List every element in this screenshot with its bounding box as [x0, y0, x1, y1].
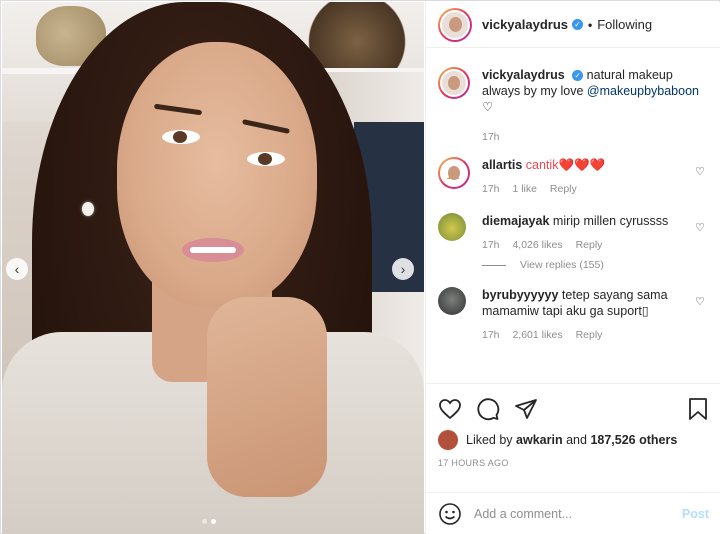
- emoji-icon[interactable]: [438, 502, 462, 526]
- avatar[interactable]: [438, 213, 466, 241]
- heart-emoji: ♡: [482, 100, 494, 114]
- carousel-dot-active: [211, 519, 216, 524]
- comment-list: vickyalaydrus ✓ natural makeup always by…: [426, 49, 720, 379]
- avatar[interactable]: A: [438, 157, 470, 189]
- comment-time[interactable]: 17h: [482, 183, 500, 195]
- eye-right: [247, 152, 285, 166]
- comment-likes[interactable]: 2,601 likes: [512, 329, 562, 341]
- avatar[interactable]: [438, 430, 458, 450]
- carousel-indicator: [202, 519, 216, 524]
- face: [117, 42, 317, 307]
- share-icon[interactable]: [514, 397, 538, 421]
- post-side-panel: vickyalaydrus ✓ • Following vickyalaydru…: [425, 2, 720, 534]
- follow-status-button[interactable]: Following: [597, 17, 652, 32]
- post-photo: ‹ ›: [2, 2, 424, 534]
- comment-like-heart-icon[interactable]: ♡: [695, 221, 707, 234]
- reply-button[interactable]: Reply: [576, 239, 603, 251]
- comment-likes[interactable]: 1 like: [512, 183, 537, 195]
- view-replies-label: View replies (155): [520, 259, 604, 271]
- comment-username[interactable]: diemajayak: [482, 214, 549, 228]
- comment-time[interactable]: 17h: [482, 329, 500, 341]
- hand: [207, 297, 327, 497]
- comment-username[interactable]: allartis: [482, 158, 522, 172]
- avatar[interactable]: [438, 287, 466, 315]
- verified-badge-icon: ✓: [572, 70, 584, 82]
- likes-and: and: [566, 433, 587, 447]
- comment-item: diemajayak mirip millen cyrussss 17h 4,0…: [438, 213, 709, 253]
- post-dialog: ‹ › vickyalaydrus ✓ • Following vickyala…: [0, 0, 720, 534]
- comment-like-heart-icon[interactable]: ♡: [695, 165, 707, 178]
- carousel-prev-button[interactable]: ‹: [6, 258, 28, 280]
- chevron-left-icon: ‹: [14, 261, 20, 277]
- bookmark-icon[interactable]: [687, 397, 709, 421]
- carousel-dot: [202, 519, 207, 524]
- verified-badge-icon: ✓: [572, 19, 584, 30]
- post-header: vickyalaydrus ✓ • Following: [426, 2, 720, 48]
- comment-text: cantik❤️❤️❤️: [525, 158, 606, 172]
- separator: •: [588, 17, 593, 32]
- eye-left: [162, 130, 200, 144]
- decor-vase: [302, 2, 412, 68]
- comment-username[interactable]: byrubyyyyyy: [482, 288, 558, 302]
- carousel-next-button[interactable]: ›: [392, 258, 414, 280]
- comment-input[interactable]: [474, 506, 682, 521]
- post-actions: Liked by awkarin and 187,526 others 17 H…: [426, 383, 720, 468]
- comment-time[interactable]: 17h: [482, 239, 500, 251]
- liked-by-user-link[interactable]: awkarin: [516, 433, 563, 447]
- chevron-right-icon: ›: [400, 261, 406, 277]
- reply-button[interactable]: Reply: [576, 329, 603, 341]
- post-timestamp[interactable]: 17 HOURS AGO: [438, 458, 709, 468]
- avatar[interactable]: [438, 7, 472, 42]
- lips: [182, 238, 244, 262]
- heart-icon[interactable]: [438, 398, 462, 420]
- author-username[interactable]: vickyalaydrus: [482, 17, 568, 32]
- likes-count-link[interactable]: 187,526 others: [590, 433, 677, 447]
- replies-divider: [482, 264, 506, 266]
- likes-summary: Liked by awkarin and 187,526 others: [438, 430, 709, 450]
- comment-text: mirip millen cyrussss: [552, 214, 669, 228]
- caption-username[interactable]: vickyalaydrus: [482, 68, 565, 82]
- reply-button[interactable]: Reply: [550, 183, 577, 195]
- comment-icon[interactable]: [476, 397, 500, 421]
- caption-time[interactable]: 17h: [482, 131, 500, 143]
- comment-likes[interactable]: 4,026 likes: [512, 239, 562, 251]
- post-comment-button[interactable]: Post: [682, 507, 709, 521]
- caption-mention-link[interactable]: @makeupbybaboon: [587, 84, 699, 98]
- comment-item: A allartis cantik❤️❤️❤️ 17h 1 like Reply…: [438, 157, 709, 197]
- likes-prefix: Liked by: [466, 433, 513, 447]
- view-replies-button[interactable]: View replies (155): [482, 259, 709, 271]
- comment-item: byrubyyyyyy tetep sayang sama mamamiw ta…: [438, 287, 709, 343]
- avatar[interactable]: [438, 67, 470, 99]
- add-comment-bar: Post: [426, 492, 720, 534]
- earring: [82, 202, 94, 216]
- comment-like-heart-icon[interactable]: ♡: [695, 295, 707, 308]
- caption: vickyalaydrus ✓ natural makeup always by…: [438, 67, 709, 145]
